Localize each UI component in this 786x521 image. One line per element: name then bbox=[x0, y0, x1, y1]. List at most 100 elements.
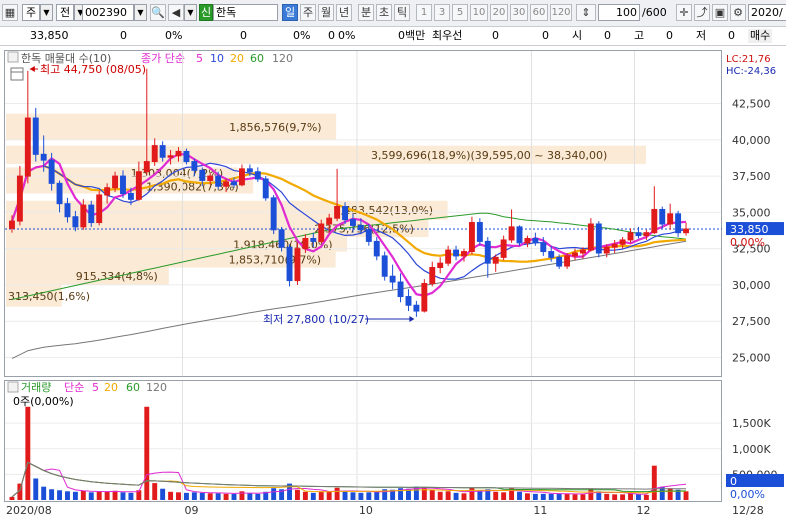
candle-body bbox=[231, 181, 237, 186]
candle-body bbox=[556, 256, 563, 267]
volume-bar bbox=[310, 492, 316, 500]
ma-120: 120 bbox=[272, 52, 293, 65]
candle-body bbox=[397, 281, 404, 298]
candle-body bbox=[294, 248, 301, 282]
candle-body bbox=[365, 229, 372, 242]
volume-bar bbox=[168, 491, 174, 500]
volume-bar bbox=[667, 488, 673, 500]
volume-bar bbox=[548, 493, 554, 500]
volume-bar bbox=[620, 494, 626, 500]
volume-bar bbox=[72, 491, 78, 500]
candle-body bbox=[595, 223, 602, 254]
candle-body bbox=[453, 249, 460, 257]
candle-body bbox=[310, 237, 317, 242]
candle-body bbox=[675, 213, 682, 234]
x-axis-label: 09 bbox=[184, 504, 198, 517]
candle-body bbox=[64, 203, 71, 218]
candle-body bbox=[579, 249, 586, 254]
volume-bar bbox=[9, 496, 15, 500]
candle-body bbox=[48, 159, 55, 184]
candle-body bbox=[207, 175, 214, 181]
volume-bar bbox=[271, 488, 277, 500]
candle-body bbox=[429, 267, 436, 284]
volume-bar bbox=[429, 489, 435, 500]
checkbox-icon[interactable] bbox=[7, 51, 19, 63]
candle-body bbox=[318, 223, 325, 242]
volume-bar bbox=[564, 493, 570, 500]
price-tick-label: 37,500 bbox=[732, 170, 771, 183]
candle-body bbox=[104, 187, 111, 196]
volume-legend: 거래량 단순 5 20 60 120 0주(0,00%) bbox=[7, 381, 167, 408]
volume-bar bbox=[643, 494, 649, 500]
candle-body bbox=[492, 256, 499, 264]
volume-bar bbox=[342, 491, 348, 500]
candle-body bbox=[532, 237, 539, 244]
volume-profile-label: 1,853,710(9,7%) bbox=[229, 254, 322, 267]
candle-body bbox=[476, 222, 483, 242]
volume-ma-120: 120 bbox=[146, 381, 167, 394]
candle-body bbox=[270, 197, 277, 231]
candle-body bbox=[120, 175, 126, 195]
volume-tick-label: 1,000K bbox=[732, 443, 771, 456]
ma-20: 20 bbox=[230, 52, 244, 65]
volume-legend-title: 거래량 bbox=[21, 381, 51, 394]
volume-bar bbox=[469, 487, 475, 500]
volume-profile-label: 2,483,542(13,0%) bbox=[334, 204, 434, 217]
candle-body bbox=[350, 219, 356, 226]
volume-bar bbox=[612, 494, 618, 500]
volume-bar bbox=[215, 493, 221, 500]
volume-bar bbox=[160, 488, 166, 500]
candle-body bbox=[96, 194, 103, 224]
checkbox-icon[interactable] bbox=[7, 381, 19, 393]
volume-bar bbox=[437, 491, 443, 500]
candle-body bbox=[603, 246, 610, 254]
candle-body bbox=[357, 224, 364, 231]
price-tick-label: 27,500 bbox=[732, 315, 771, 328]
x-axis-label: 10 bbox=[359, 504, 373, 517]
candle-body bbox=[461, 251, 467, 257]
candle-body bbox=[167, 155, 174, 158]
candle-body bbox=[286, 246, 293, 282]
volume-bar bbox=[302, 491, 308, 500]
candle-body bbox=[540, 242, 547, 253]
volume-bar bbox=[120, 492, 126, 500]
volume-bar bbox=[152, 483, 158, 500]
candle-body bbox=[183, 150, 190, 163]
volume-bar bbox=[183, 492, 189, 500]
volume-bar bbox=[41, 486, 47, 500]
volume-bar bbox=[366, 492, 372, 500]
lc-label: LC:21,76 bbox=[726, 54, 771, 65]
candle-body bbox=[651, 208, 658, 234]
volume-bar bbox=[572, 494, 578, 500]
volume-bar bbox=[65, 491, 70, 500]
chart-canvas: 한독 매물대 수(10) 종가 단순 5 10 20 60 120 1,856,… bbox=[5, 51, 784, 517]
volume-profile-label: 1,856,576(9,7%) bbox=[229, 121, 322, 134]
volume-bar bbox=[350, 492, 356, 500]
max-price-label: 최고 44,750 (08/05) bbox=[40, 63, 146, 76]
candle-body bbox=[40, 153, 47, 161]
candle-body bbox=[191, 161, 198, 171]
volume-bar bbox=[176, 492, 181, 500]
candle-body bbox=[88, 204, 95, 224]
volume-bar bbox=[477, 490, 483, 500]
candle-body bbox=[199, 169, 206, 181]
x-axis-label: 12 bbox=[636, 504, 650, 517]
volume-bar bbox=[128, 492, 134, 500]
price-tick-label: 42,500 bbox=[732, 98, 771, 111]
volume-ma-20: 20 bbox=[104, 381, 118, 394]
max-arrow-head bbox=[29, 66, 35, 72]
candle-body bbox=[143, 161, 150, 173]
candle-body bbox=[9, 220, 15, 229]
volume-bar bbox=[88, 492, 94, 500]
calendar-icon[interactable] bbox=[10, 67, 24, 81]
candle-body bbox=[572, 252, 578, 257]
candle-body bbox=[278, 229, 285, 248]
candle-body bbox=[619, 239, 626, 245]
volume-bar bbox=[144, 406, 150, 500]
candle-body bbox=[254, 171, 261, 180]
volume-ma-label: 단순 bbox=[64, 381, 84, 394]
candle-body bbox=[564, 255, 571, 267]
candle-body bbox=[262, 178, 269, 199]
candle-body bbox=[516, 226, 523, 244]
candle-body bbox=[484, 240, 491, 264]
